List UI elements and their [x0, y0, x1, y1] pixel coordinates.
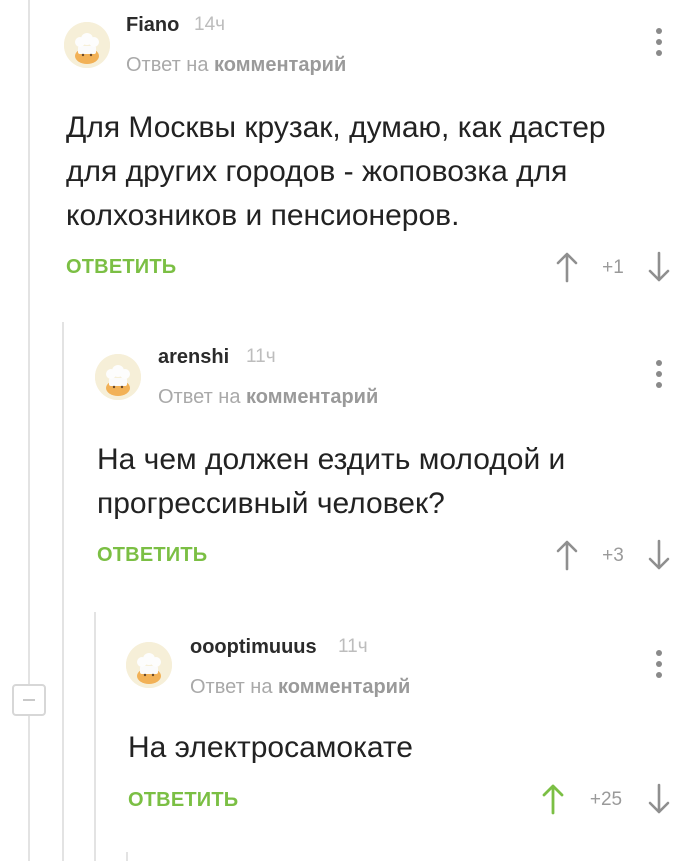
comment-body: На электросамокате: [128, 726, 688, 770]
vote-score: +25: [589, 789, 623, 810]
comment: oooptimuuus 11ч Ответ на комментарий На …: [0, 0, 700, 861]
arrow-up-icon[interactable]: [541, 783, 565, 815]
reply-button[interactable]: ОТВЕТИТЬ: [128, 789, 238, 812]
comment-time: 11ч: [338, 636, 368, 657]
reply-to-link[interactable]: Ответ на комментарий: [190, 676, 410, 699]
more-vertical-icon[interactable]: [655, 650, 663, 680]
arrow-down-icon[interactable]: [647, 783, 671, 815]
reply-to-target[interactable]: комментарий: [278, 676, 410, 698]
comment-line: На электросамокате: [128, 731, 413, 764]
reply-to-prefix: Ответ на: [190, 676, 273, 698]
comment-author[interactable]: oooptimuuus: [190, 636, 317, 659]
chef-hat-avatar-icon[interactable]: [126, 642, 172, 688]
